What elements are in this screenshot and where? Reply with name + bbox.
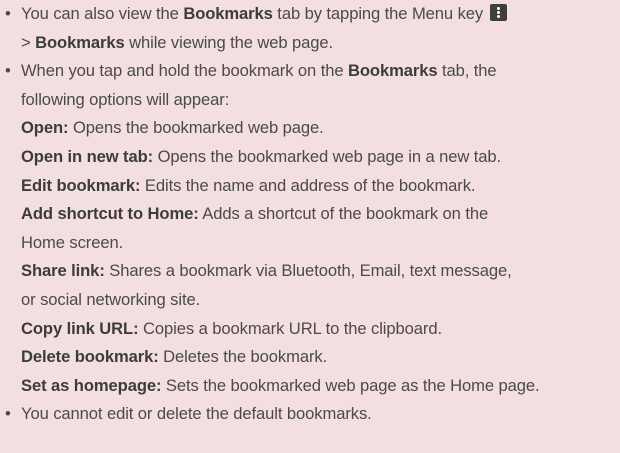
manual-page: • You can also view the Bookmarks tab by… [0,0,620,453]
text-line: Add shortcut to Home: Adds a shortcut of… [21,200,620,229]
option-name: Set as homepage: [21,375,162,395]
option-description: Sets the bookmarked web page as the Home… [161,375,540,395]
bullet-marker: • [5,4,11,23]
bullet-item-tap-and-hold: • When you tap and hold the bookmark on … [0,57,620,114]
text-line: or social networking site. [21,289,201,309]
option-share-link: Share link: Shares a bookmark via Blueto… [0,257,620,314]
text-line: following options will appear: [21,89,230,109]
option-edit-bookmark: Edit bookmark: Edits the name and addres… [0,172,620,201]
text-segment: You can also view the [21,4,184,23]
option-description: Edits the name and address of the bookma… [140,175,476,195]
bullet-marker: • [5,61,11,81]
text-segment: tab, the [437,61,497,81]
option-name: Edit bookmark: [21,175,141,195]
option-copy-link-url: Copy link URL: Copies a bookmark URL to … [0,315,620,344]
option-description: Opens the bookmarked web page. [68,118,324,138]
text-line: You can also view the Bookmarks tab by t… [21,0,614,29]
option-description: Adds a shortcut of the bookmark on the [198,204,489,224]
option-name: Open in new tab: [21,146,154,166]
text-segment: while viewing the web page. [124,32,334,52]
bold-term: Bookmarks [35,32,125,52]
option-name: Delete bookmark: [21,347,159,367]
option-description: Opens the bookmarked web page in a new t… [153,146,502,166]
option-open-in-new-tab: Open in new tab: Opens the bookmarked we… [0,143,620,172]
option-add-shortcut-to-home: Add shortcut to Home: Adds a shortcut of… [0,200,620,257]
text-segment: When you tap and hold the bookmark on th… [21,61,348,81]
bullet-marker: • [5,404,11,424]
text-segment: tab by tapping the Menu key [272,4,488,23]
bullet-item-bookmarks-tab: • You can also view the Bookmarks tab by… [0,0,620,57]
option-delete-bookmark: Delete bookmark: Deletes the bookmark. [0,343,620,372]
bold-term: Bookmarks [183,4,273,23]
option-name: Copy link URL: [21,318,139,338]
option-description: Deletes the bookmark. [158,347,328,367]
option-set-as-homepage: Set as homepage: Sets the bookmarked web… [0,372,620,401]
option-name: Add shortcut to Home: [21,204,199,224]
option-description: Copies a bookmark URL to the clipboard. [138,318,442,338]
text-line: You cannot edit or delete the default bo… [21,404,372,424]
bold-term: Bookmarks [347,61,438,81]
option-name: Open: [21,118,69,138]
options-list: Open: Opens the bookmarked web page. Ope… [0,114,620,400]
text-line: Share link: Shares a bookmark via Blueto… [21,257,620,286]
text-line: When you tap and hold the bookmark on th… [21,57,614,86]
option-description: Shares a bookmark via Bluetooth, Email, … [104,261,512,281]
menu-key-icon [489,4,507,21]
option-name: Share link: [21,261,105,281]
option-open: Open: Opens the bookmarked web page. [0,114,620,143]
text-segment: > [21,32,36,52]
text-line: Home screen. [21,232,124,252]
bullet-item-default-bookmarks: • You cannot edit or delete the default … [0,400,620,429]
text-line: > Bookmarks while viewing the web page. [21,29,614,58]
